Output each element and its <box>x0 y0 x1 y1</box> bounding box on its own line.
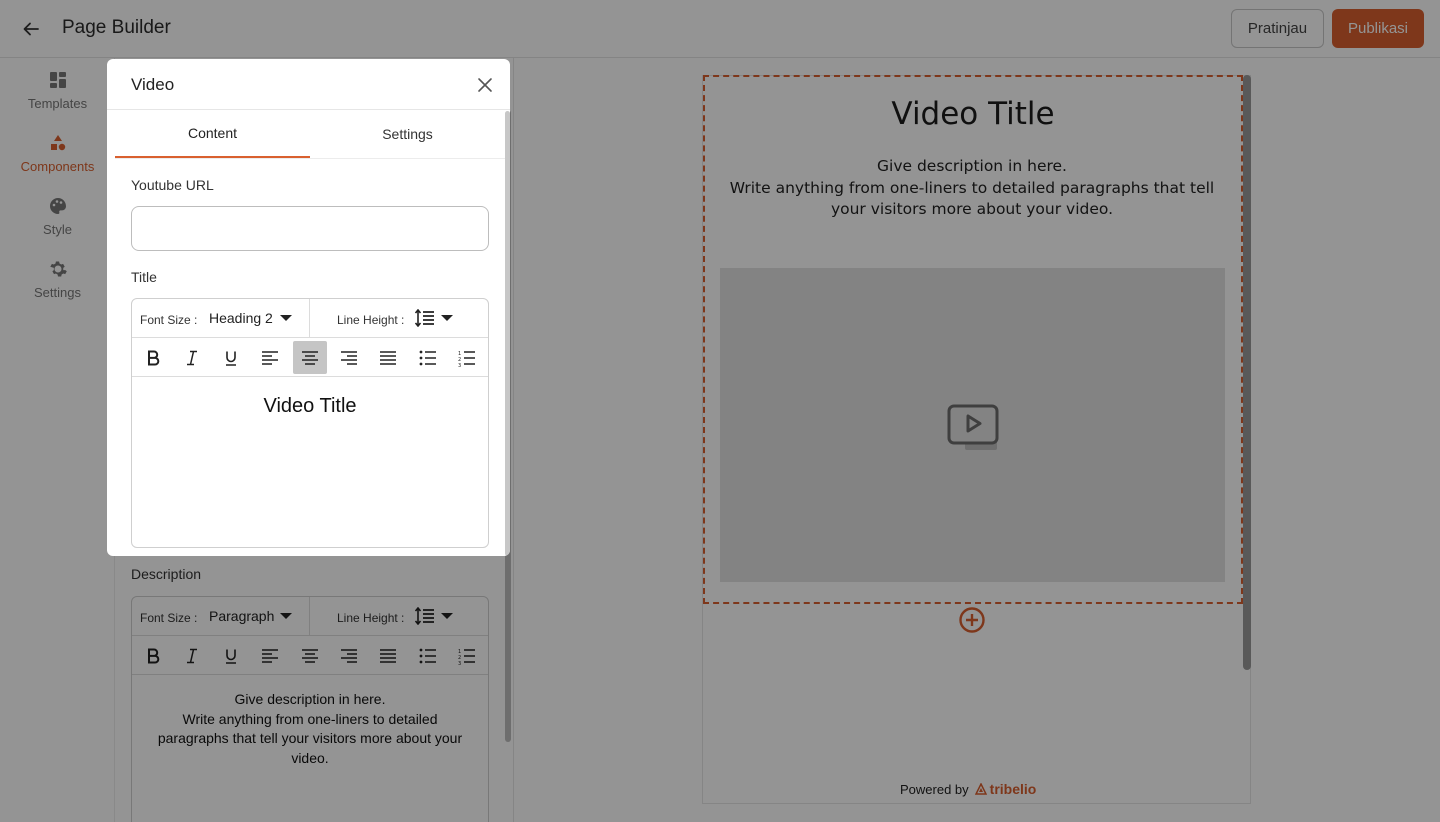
bold-icon[interactable] <box>136 341 170 374</box>
title-editor-content[interactable]: Video Title <box>132 377 488 418</box>
youtube-url-input[interactable] <box>131 206 489 251</box>
title-label: Title <box>131 269 157 285</box>
caret-down-icon[interactable] <box>280 315 292 321</box>
modal-title: Video <box>131 75 175 94</box>
tab-settings[interactable]: Settings <box>310 110 505 158</box>
line-height-icon[interactable] <box>415 309 435 327</box>
tab-content[interactable]: Content <box>115 110 310 158</box>
align-justify-icon[interactable] <box>371 341 405 374</box>
font-size-label: Font Size : <box>140 313 198 327</box>
align-left-icon[interactable] <box>253 341 287 374</box>
caret-down-icon[interactable] <box>441 315 453 321</box>
align-right-icon[interactable] <box>332 341 366 374</box>
svg-text:3: 3 <box>458 363 461 367</box>
editor-toolbar-top: Font Size : Heading 2 Line Height : <box>132 299 488 338</box>
align-center-icon[interactable] <box>293 341 327 374</box>
editor-format-toolbar: 123 <box>132 338 488 377</box>
modal-scrollbar[interactable] <box>505 111 510 556</box>
line-height-label: Line Height : <box>337 313 405 327</box>
video-settings-modal: Video Content Settings Youtube URL Title… <box>107 59 510 556</box>
youtube-url-label: Youtube URL <box>131 177 214 193</box>
close-icon[interactable] <box>473 73 497 97</box>
font-size-select[interactable]: Heading 2 <box>209 310 273 326</box>
bullet-list-icon[interactable] <box>411 341 445 374</box>
title-editor: Font Size : Heading 2 Line Height : 123 … <box>131 298 489 548</box>
italic-icon[interactable] <box>175 341 209 374</box>
underline-icon[interactable] <box>214 341 248 374</box>
numbered-list-icon[interactable]: 123 <box>450 341 484 374</box>
